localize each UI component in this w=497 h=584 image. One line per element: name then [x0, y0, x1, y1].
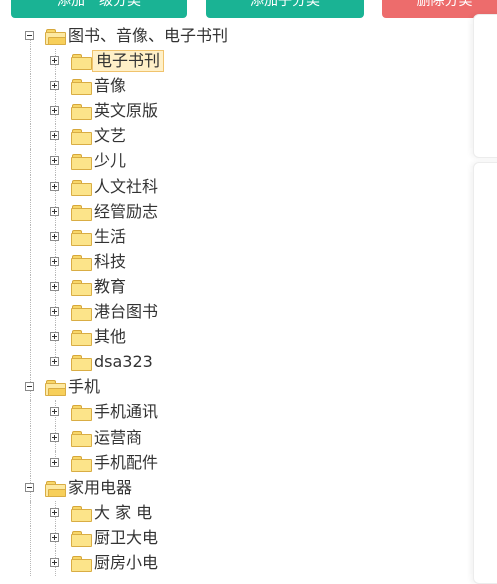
tree-node-child[interactable]: 手机通讯 [0, 400, 470, 426]
expand-icon[interactable] [50, 407, 59, 417]
side-panel-top [473, 14, 497, 158]
expand-icon[interactable] [50, 181, 59, 191]
tree-node-label[interactable]: 人文社科 [92, 177, 160, 197]
expand-icon[interactable] [50, 557, 59, 567]
expand-icon[interactable] [50, 357, 59, 367]
tree-node-label[interactable]: 家用电器 [66, 478, 134, 498]
folder-icon [71, 79, 92, 96]
expand-icon[interactable] [50, 206, 59, 216]
collapse-icon[interactable] [25, 482, 34, 492]
collapse-icon[interactable] [25, 31, 34, 40]
tree-node-label[interactable]: 教育 [92, 277, 128, 297]
expand-icon[interactable] [50, 507, 59, 517]
tree-node-child[interactable]: 科技 [0, 249, 470, 275]
tree-node-label[interactable]: 运营商 [92, 428, 144, 448]
tree-node-label[interactable]: 手机通讯 [92, 402, 160, 422]
add-root-category-button[interactable]: 添加一级分类 [11, 0, 187, 18]
folder-icon [71, 279, 92, 296]
tree-node-label[interactable]: 厨卫大电 [92, 528, 160, 548]
folder-icon [71, 204, 92, 221]
expand-icon[interactable] [50, 281, 59, 291]
tree-node-label[interactable]: 音像 [92, 76, 128, 96]
tree-node-child[interactable]: 生活 [0, 224, 470, 250]
expand-icon[interactable] [50, 332, 59, 342]
tree-node-label[interactable]: 文艺 [92, 126, 128, 146]
tree-node-child[interactable]: 厨卫大电 [0, 525, 470, 551]
folder-icon [71, 355, 92, 372]
expand-icon[interactable] [50, 532, 59, 542]
tree-node-label[interactable]: dsa323 [92, 352, 155, 372]
side-panel-bottom [473, 162, 497, 584]
folder-icon [71, 530, 92, 547]
expand-icon[interactable] [50, 56, 59, 66]
tree-node-child[interactable]: 港台图书 [0, 300, 470, 326]
folder-icon [71, 54, 92, 71]
folder-icon [71, 179, 92, 196]
tree-node-label[interactable]: 手机 [66, 377, 102, 397]
collapse-icon[interactable] [25, 382, 34, 392]
tree-node-label[interactable]: 其他 [92, 327, 128, 347]
tree-node-label[interactable]: 大 家 电 [92, 503, 154, 523]
folder-icon [71, 254, 92, 271]
expand-icon[interactable] [50, 231, 59, 241]
expand-icon[interactable] [50, 432, 59, 442]
tree-node-root[interactable]: 家用电器 [0, 475, 470, 503]
tree-node-child[interactable]: 手机配件 [0, 450, 470, 476]
expand-icon[interactable] [50, 81, 59, 91]
tree-node-label[interactable]: 生活 [92, 227, 128, 247]
tree-node-child[interactable]: 经管励志 [0, 199, 470, 225]
tree-node-child[interactable]: 文艺 [0, 124, 470, 150]
folder-open-icon [45, 380, 66, 397]
folder-icon [71, 154, 92, 171]
tree-node-label[interactable]: 英文原版 [92, 101, 160, 121]
folder-icon [71, 430, 92, 447]
expand-icon[interactable] [50, 307, 59, 317]
folder-icon [71, 405, 92, 422]
expand-icon[interactable] [50, 156, 59, 166]
tree-node-label[interactable]: 手机配件 [92, 453, 160, 473]
tree-node-label[interactable]: 厨房小电 [92, 553, 160, 573]
tree-node-root[interactable]: 手机 [0, 375, 470, 401]
folder-icon [71, 229, 92, 246]
tree-node-child[interactable]: 音像 [0, 74, 470, 100]
tree-node-child[interactable]: 少儿 [0, 149, 470, 175]
add-sub-category-button[interactable]: 添加子分类 [206, 0, 364, 18]
tree-node-child[interactable]: 大 家 电 [0, 500, 470, 526]
tree-node-label[interactable]: 少儿 [92, 151, 128, 171]
tree-node-child[interactable]: dsa323 [0, 350, 470, 376]
tree-node-child[interactable]: 教育 [0, 274, 470, 301]
expand-icon[interactable] [50, 106, 59, 116]
tree-node-child[interactable]: 运营商 [0, 425, 470, 451]
tree-node-label[interactable]: 经管励志 [92, 202, 160, 222]
folder-icon [71, 455, 92, 472]
folder-icon [71, 129, 92, 146]
folder-icon [71, 330, 92, 347]
tree-node-child[interactable]: 其他 [0, 325, 470, 351]
folder-icon [71, 505, 92, 522]
tree-node-label[interactable]: 图书、音像、电子书刊 [66, 26, 230, 46]
category-tree: 图书、音像、电子书刊电子书刊音像英文原版文艺少儿人文社科经管励志生活科技教育港台… [0, 24, 470, 577]
tree-node-child[interactable]: 英文原版 [0, 99, 470, 125]
folder-icon [71, 104, 92, 121]
folder-icon [71, 555, 92, 572]
tree-node-child[interactable]: 人文社科 [0, 174, 470, 200]
folder-open-icon [45, 480, 66, 497]
expand-icon[interactable] [50, 457, 59, 467]
tree-node-label[interactable]: 科技 [92, 252, 128, 272]
expand-icon[interactable] [50, 131, 59, 141]
tree-node-label[interactable]: 港台图书 [92, 302, 160, 322]
folder-icon [71, 305, 92, 322]
tree-node-child[interactable]: 电子书刊 [0, 49, 470, 75]
expand-icon[interactable] [50, 256, 59, 266]
tree-node-label[interactable]: 电子书刊 [92, 50, 165, 73]
folder-open-icon [45, 29, 66, 45]
tree-node-root[interactable]: 图书、音像、电子书刊 [0, 24, 470, 50]
